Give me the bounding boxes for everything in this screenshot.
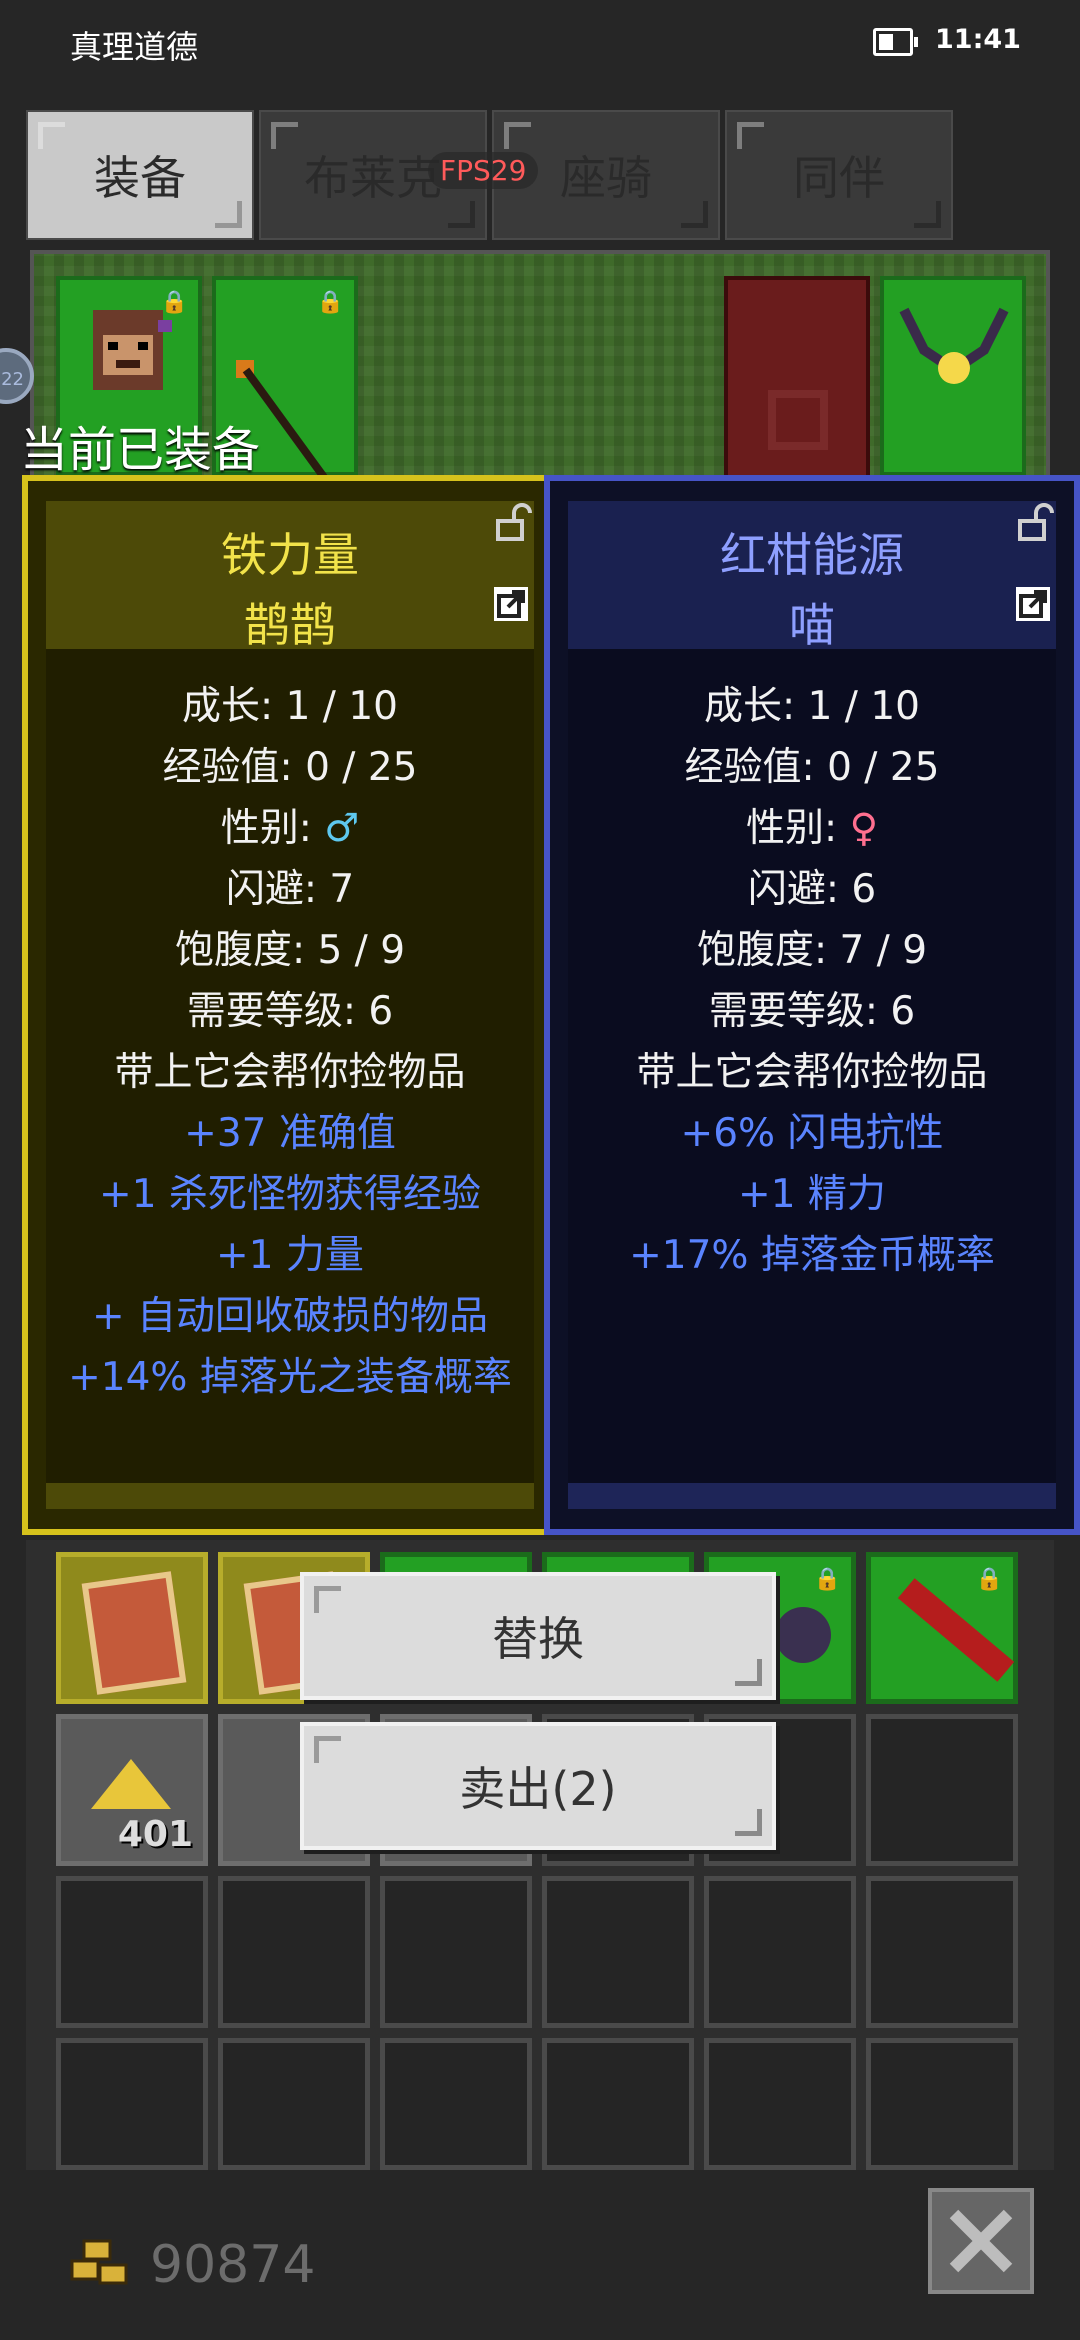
- pet-name: 鹊鹊: [244, 598, 336, 652]
- replace-button[interactable]: 替换: [300, 1572, 776, 1700]
- bonus-line: +17% 掉落金币概率: [629, 1233, 995, 1278]
- item-count: 401: [117, 1814, 193, 1855]
- close-button[interactable]: [928, 2188, 1034, 2294]
- stat-gender: 性别: ♂: [28, 798, 552, 859]
- stat-exp: 经验值: 0 / 25: [162, 745, 418, 790]
- inventory-slot[interactable]: [218, 1876, 370, 2028]
- stat-dodge: 闪避: 7: [225, 867, 355, 912]
- unlock-icon[interactable]: [1014, 503, 1054, 543]
- bonus-line: +6% 闪电抗性: [680, 1111, 944, 1156]
- stat-satiety: 饱腹度: 7 / 9: [696, 928, 928, 973]
- bottom-bar: 90874: [0, 2175, 1080, 2340]
- male-icon: ♂: [324, 806, 360, 851]
- unlock-icon[interactable]: [492, 503, 532, 543]
- current-pet-card: 铁力量 鹊鹊 成长: 1 / 10 经验值: 0 / 25 性别: ♂ 闪避: …: [22, 475, 558, 1535]
- stat-growth: 成长: 1 / 10: [704, 684, 920, 729]
- inventory-slot[interactable]: [56, 1876, 208, 2028]
- pet-title: 红柑能源: [720, 528, 904, 582]
- stat-satiety: 饱腹度: 5 / 9: [174, 928, 406, 973]
- fps-counter: FPS29: [428, 152, 539, 189]
- pet-name: 喵: [789, 598, 835, 652]
- item-icon: [775, 1607, 831, 1663]
- inventory-slot[interactable]: [866, 1876, 1018, 2028]
- sword-icon: [897, 1578, 1015, 1682]
- close-icon: [949, 2209, 1013, 2273]
- export-icon[interactable]: [1016, 587, 1050, 621]
- inventory-slot[interactable]: 🔒: [866, 1552, 1018, 1704]
- inventory-slot[interactable]: [704, 1876, 856, 2028]
- stat-gender: 性别: ♀: [550, 798, 1074, 859]
- status-bar: 真理道德 11:41: [0, 0, 1080, 86]
- stat-exp: 经验值: 0 / 25: [684, 745, 940, 790]
- equipped-label: 当前已装备: [20, 422, 261, 478]
- tab-equipment[interactable]: 装备: [26, 110, 254, 240]
- inventory-slot[interactable]: [218, 2038, 370, 2170]
- clock: 11:41: [935, 24, 1021, 55]
- female-icon: ♀: [849, 806, 879, 851]
- app-title: 真理道德: [70, 28, 199, 66]
- amulet-icon: [899, 307, 1009, 384]
- scroll-icon: [81, 1571, 187, 1695]
- inventory-slot[interactable]: [542, 2038, 694, 2170]
- bonus-line: +1 杀死怪物获得经验: [99, 1172, 481, 1217]
- inventory-slot[interactable]: [866, 2038, 1018, 2170]
- stat-level-req: 需要等级: 6: [708, 989, 916, 1034]
- equipment-slot[interactable]: [880, 276, 1026, 476]
- inventory-slot[interactable]: [542, 1876, 694, 2028]
- equipment-slot[interactable]: [724, 276, 870, 476]
- inventory-slot[interactable]: [866, 1714, 1018, 1866]
- tab-label: 座骑: [560, 151, 652, 205]
- lock-icon: 🔒: [813, 1567, 841, 1592]
- bonus-line: +37 准确值: [184, 1111, 396, 1156]
- battery-icon: [873, 28, 918, 56]
- tab-label: 布莱克: [304, 151, 442, 205]
- monkey-pet-icon: [93, 310, 172, 390]
- tab-companion[interactable]: 同伴: [725, 110, 953, 240]
- level-bubble[interactable]: 22: [0, 348, 34, 404]
- button-label: 卖出(2): [459, 1762, 617, 1816]
- sell-button[interactable]: 卖出(2): [300, 1722, 776, 1850]
- lock-icon: 🔒: [975, 1567, 1003, 1592]
- button-label: 替换: [492, 1612, 584, 1666]
- bonus-line: +1 力量: [216, 1233, 364, 1278]
- bonus-line: +1 精力: [738, 1172, 886, 1217]
- lock-icon: 🔒: [316, 290, 344, 315]
- tab-label: 同伴: [793, 151, 885, 205]
- tab-label: 装备: [94, 151, 186, 205]
- inventory-slot[interactable]: [56, 2038, 208, 2170]
- inventory-slot[interactable]: [380, 1876, 532, 2028]
- gender-label: 性别:: [220, 806, 325, 851]
- bonus-line: +14% 掉落光之装备概率: [68, 1355, 512, 1400]
- stat-pickup: 带上它会帮你捡物品: [636, 1050, 988, 1095]
- gold-amount: 90874: [150, 2235, 316, 2295]
- inventory-slot[interactable]: [56, 1552, 208, 1704]
- stat-growth: 成长: 1 / 10: [182, 684, 398, 729]
- inventory-slot[interactable]: 401: [56, 1714, 208, 1866]
- gender-label: 性别:: [745, 806, 850, 851]
- ring-icon: [768, 390, 828, 450]
- gold-pile-icon: [91, 1759, 171, 1809]
- stat-dodge: 闪避: 6: [747, 867, 877, 912]
- inventory-slot[interactable]: [704, 2038, 856, 2170]
- export-icon[interactable]: [494, 587, 528, 621]
- new-pet-card: 红柑能源 喵 成长: 1 / 10 经验值: 0 / 25 性别: ♀ 闪避: …: [544, 475, 1080, 1535]
- inventory-slot[interactable]: [380, 2038, 532, 2170]
- bonus-line: + 自动回收破损的物品: [91, 1294, 489, 1339]
- pet-title: 铁力量: [221, 528, 359, 582]
- stat-pickup: 带上它会帮你捡物品: [114, 1050, 466, 1095]
- stat-level-req: 需要等级: 6: [186, 989, 394, 1034]
- gold-coin-icon: [70, 2239, 128, 2285]
